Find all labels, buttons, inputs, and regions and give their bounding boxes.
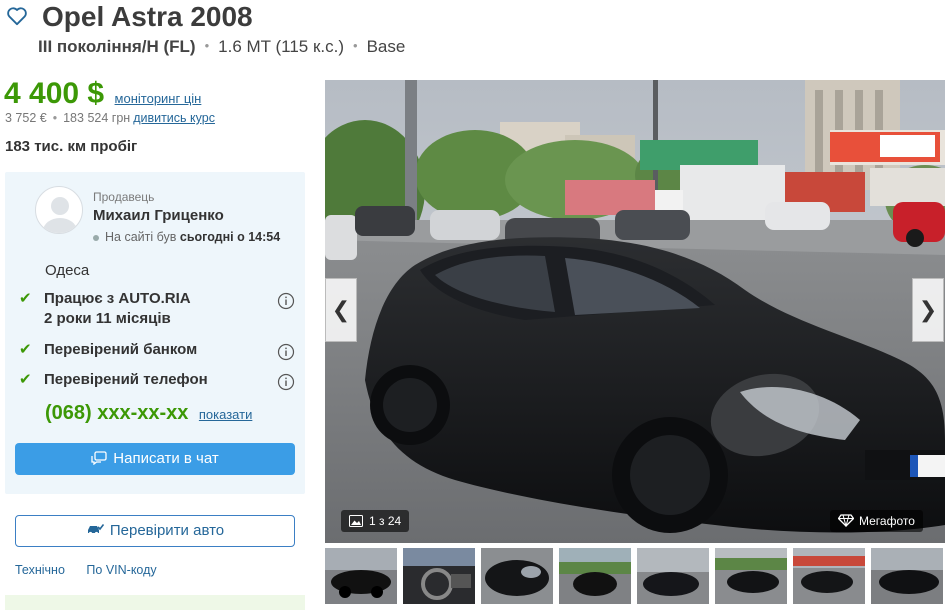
phone-number[interactable]: (068) xxx-xx-xx <box>45 402 188 424</box>
check-options: Технічно По VIN-коду <box>15 563 175 577</box>
left-column: 4 400 $ моніторинг цін 3 752 € • 183 524 г… <box>0 72 312 610</box>
show-phone-link[interactable]: показати <box>199 407 252 422</box>
diamond-icon <box>837 514 855 529</box>
checkmark-icon: ✔ <box>19 290 32 307</box>
price-uah: 183 524 грн <box>63 111 131 125</box>
checkmark-icon: ✔ <box>19 341 32 358</box>
car-check-icon <box>87 524 104 536</box>
seller-card: Продавець Михаил Гриценко На сайті був с… <box>5 172 305 494</box>
mileage: 183 тис. км пробіг <box>5 138 138 155</box>
check-vin-link[interactable]: По VIN-коду <box>86 563 156 577</box>
car-generation: III покоління/H (FL) <box>38 37 196 56</box>
exchange-rate-link[interactable]: дивитись курс <box>133 111 215 125</box>
thumbnail[interactable] <box>871 548 943 604</box>
chat-button[interactable]: Написати в чат <box>15 443 295 475</box>
thumbnail-strip <box>325 548 950 604</box>
thumbnail[interactable] <box>403 548 475 604</box>
page-title: Opel Astra 2008 <box>42 1 253 32</box>
car-photo <box>325 80 945 543</box>
photo-gallery[interactable]: ❮ ❯ 1 з 24 Мегафото <box>325 80 945 543</box>
status-dot-icon <box>93 234 99 241</box>
car-specs: III покоління/H (FL) • 1.6 MT (115 к.с.) • B… <box>38 37 406 56</box>
check-auto-button[interactable]: Перевірити авто <box>15 515 295 547</box>
user-icon <box>43 197 77 233</box>
thumbnail[interactable] <box>559 548 631 604</box>
megafoto-button[interactable]: Мегафото <box>830 510 923 532</box>
chat-icon <box>91 451 107 466</box>
price-monitor-link[interactable]: моніторинг цін <box>115 91 202 106</box>
seller-name[interactable]: Михаил Гриценко <box>93 207 224 224</box>
info-icon[interactable] <box>277 343 295 361</box>
info-icon[interactable] <box>277 292 295 310</box>
gallery-prev-button[interactable]: ❮ <box>325 278 357 342</box>
price-row: 4 400 $ моніторинг цін <box>4 77 201 111</box>
seller-label: Продавець <box>93 190 155 204</box>
listing-header: Opel Astra 2008 III покоління/H (FL) • 1.6… <box>0 0 950 62</box>
thumbnail[interactable] <box>481 548 553 604</box>
info-icon[interactable] <box>277 373 295 391</box>
check-technical-link[interactable]: Технічно <box>15 563 65 577</box>
phone-block: (068) xxx-xx-xx показати <box>45 402 252 425</box>
promo-strip <box>5 595 305 610</box>
thumbnail[interactable] <box>637 548 709 604</box>
checkmark-icon: ✔ <box>19 371 32 388</box>
price-usd: 4 400 $ <box>4 77 105 110</box>
gallery-next-button[interactable]: ❯ <box>912 278 944 342</box>
price-eur: 3 752 € <box>5 111 47 125</box>
photo-counter: 1 з 24 <box>341 510 410 532</box>
seller-city: Одеса <box>45 262 90 279</box>
price-alt-currencies: 3 752 € • 183 524 грн дивитись курс <box>5 111 215 125</box>
image-icon <box>349 514 363 527</box>
car-trim: Base <box>366 37 406 56</box>
heart-icon[interactable] <box>6 6 28 26</box>
avatar <box>35 186 83 234</box>
thumbnail[interactable] <box>715 548 787 604</box>
car-engine: 1.6 MT (115 к.с.) <box>218 37 345 56</box>
thumbnail[interactable] <box>325 548 397 604</box>
seller-last-online: На сайті був сьогодні о 14:54 <box>93 230 280 244</box>
thumbnail[interactable] <box>793 548 865 604</box>
